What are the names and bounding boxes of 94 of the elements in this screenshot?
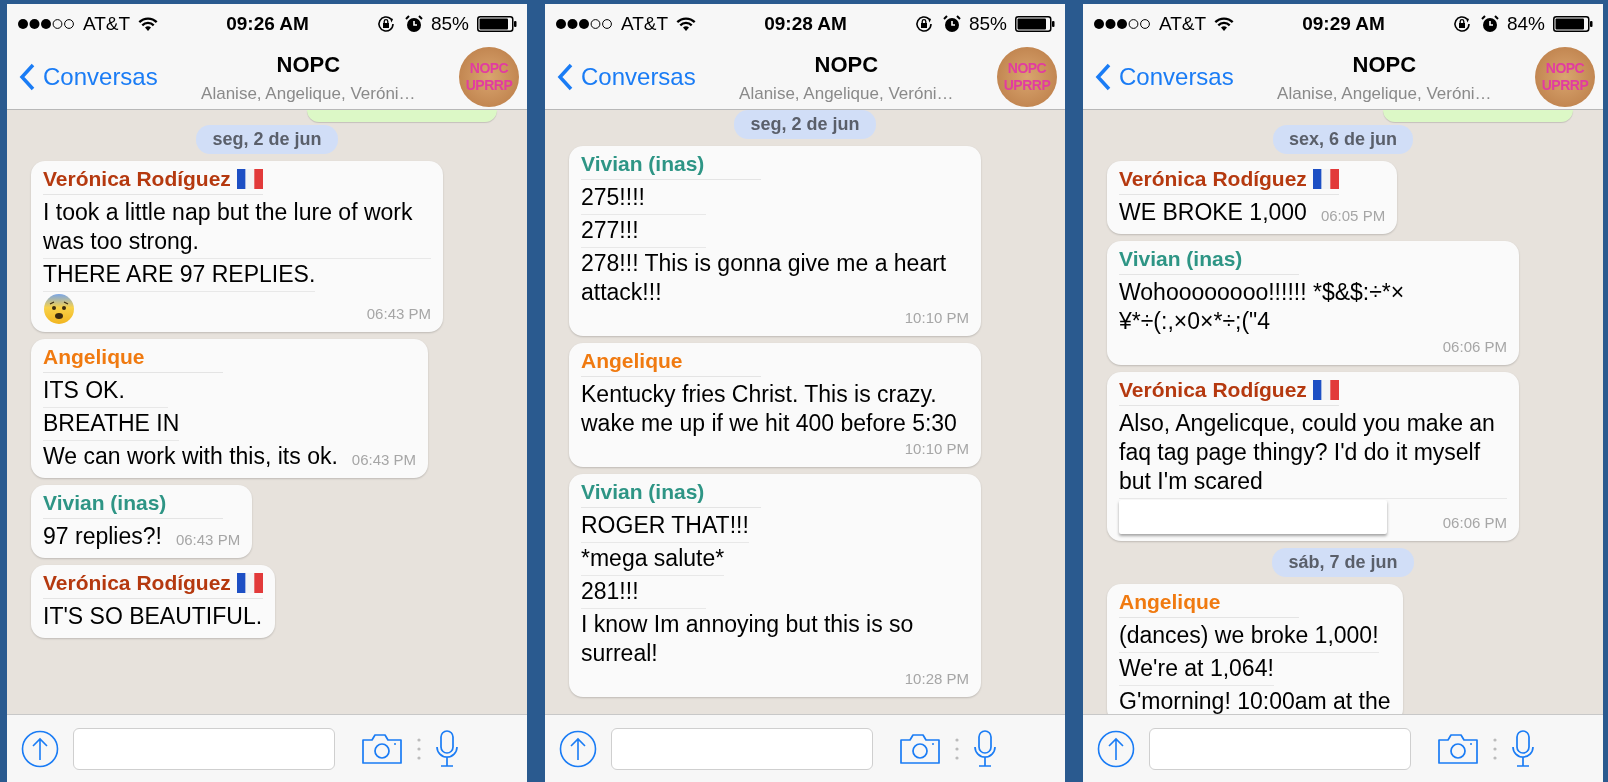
message-text: *mega salute* [581, 544, 725, 573]
back-button[interactable]: Conversas [1095, 62, 1234, 91]
battery-percent: 85% [968, 13, 1007, 35]
alarm-clock-icon [404, 15, 423, 33]
message-time: 10:10 PM [904, 308, 969, 328]
date-divider: sáb, 7 de jun [1272, 548, 1414, 577]
message-text: I took a little nap but the lure of work was too strong. [43, 198, 414, 256]
battery-icon [1553, 16, 1593, 32]
message-text: Wohoooooooo!!!!!! *$&$:÷*× ¥*÷(:,×0×*÷;("4 [1119, 278, 1406, 336]
status-time: 09:26 AM [225, 13, 310, 35]
signal-strength-icon [555, 18, 613, 30]
signal-strength-icon [1093, 18, 1151, 30]
message-text: We're at 1,064! [1119, 654, 1274, 683]
sender-name: Vivian (inas) [43, 491, 167, 515]
message-text: ROGER THAT!!! [581, 511, 749, 540]
camera-icon[interactable] [1437, 732, 1479, 765]
chat-participants: Alanise, Angelique, Veróni… [1277, 83, 1492, 104]
battery-percent: 84% [1506, 13, 1545, 35]
rotation-lock-icon [376, 15, 397, 33]
message-time: 06:43 PM [175, 530, 241, 550]
up-arrow-circle-icon[interactable] [559, 729, 597, 768]
sender-name: Verónica Rodíguez [1119, 167, 1307, 191]
message-input-field[interactable] [611, 727, 873, 770]
sender-name: Verónica Rodíguez [1119, 378, 1307, 402]
sender-name: Angelique [43, 345, 145, 369]
rotation-lock-icon [1452, 15, 1473, 33]
up-arrow-circle-icon[interactable] [21, 729, 59, 768]
chat-participants: Alanise, Angelique, Veróni… [201, 83, 416, 104]
rotation-lock-icon [914, 15, 935, 33]
alarm-clock-icon [942, 15, 961, 33]
carrier-name: AT&T [83, 13, 131, 35]
message-text: 97 replies?! [43, 522, 162, 551]
sender-name: Vivian (inas) [1119, 247, 1243, 271]
message-text: I know Im annoying but this is so surreal! [581, 610, 915, 668]
chat-participants: Alanise, Angelique, Veróni… [739, 83, 954, 104]
message-text: 281!!! [581, 577, 639, 606]
sender-name: Verónica Rodíguez [43, 571, 231, 595]
wifi-icon [138, 16, 159, 32]
microphone-icon[interactable] [1511, 729, 1535, 768]
message-time: 06:05 PM [1320, 206, 1386, 226]
carrier-name: AT&T [1159, 13, 1207, 35]
message-time: 06:43 PM [351, 450, 417, 470]
back-chevron-icon [1095, 62, 1111, 91]
signal-strength-icon [17, 18, 75, 30]
message-text: G'morning! 10:00am at the [1119, 687, 1391, 714]
message-text: BREATHE IN [43, 409, 180, 438]
back-chevron-icon [557, 62, 573, 91]
message-text: Also, Angelicque, could you make an faq tag page thingy? I'd do it myself but I'm scared [1119, 409, 1496, 496]
message-input-field[interactable] [1149, 727, 1411, 770]
sender-name: Angelique [581, 349, 683, 373]
sender-name: Vivian (inas) [581, 480, 705, 504]
microphone-icon[interactable] [435, 729, 459, 768]
camera-icon[interactable] [899, 732, 941, 765]
sender-name: Angelique [1119, 590, 1221, 614]
message-text: 277!!! [581, 216, 639, 245]
battery-icon [1015, 16, 1055, 32]
message-text: ITS OK. [43, 376, 125, 405]
camera-icon[interactable] [361, 732, 403, 765]
message-text: 278!!! This is gonna give me a heart attack!!! [581, 249, 948, 307]
message-text: IT'S SO BEAUTIFUL. [43, 602, 263, 631]
message-time: 06:43 PM [366, 304, 431, 324]
battery-icon [477, 16, 517, 32]
message-text: Kentucky fries Christ. This is crazy. wake me up if we hit 400 before 5:30 [581, 380, 958, 438]
date-divider: seg, 2 de jun [734, 110, 876, 139]
chat-title: NOPC [814, 51, 879, 78]
message-time: 10:28 PM [904, 669, 969, 689]
alarm-clock-icon [1480, 15, 1499, 33]
back-button[interactable]: Conversas [19, 62, 158, 91]
status-time: 09:29 AM [1301, 13, 1386, 35]
message-text: THERE ARE 97 REPLIES. [43, 260, 316, 289]
message-input-field[interactable] [73, 727, 335, 770]
message-text: 275!!!! [581, 183, 645, 212]
back-chevron-icon [19, 62, 35, 91]
date-divider: sex, 6 de jun [1272, 125, 1413, 154]
chat-title: NOPC [1352, 51, 1417, 78]
date-divider: seg, 2 de jun [196, 125, 338, 154]
carrier-name: AT&T [621, 13, 669, 35]
message-text: WE BROKE 1,000 [1119, 198, 1307, 227]
microphone-icon[interactable] [973, 729, 997, 768]
message-text: We can work with this, its ok. [43, 442, 338, 471]
back-button[interactable]: Conversas [557, 62, 696, 91]
message-time: 06:06 PM [1442, 513, 1507, 533]
sender-name: Verónica Rodíguez [43, 167, 231, 191]
wifi-icon [1214, 16, 1235, 32]
sender-name: Vivian (inas) [581, 152, 705, 176]
message-time: 06:06 PM [1442, 337, 1507, 357]
chat-title: NOPC [276, 51, 341, 78]
message-text: (dances) we broke 1,000! [1119, 621, 1379, 650]
message-time: 10:10 PM [904, 439, 969, 459]
fearful-face-icon [43, 293, 75, 325]
battery-percent: 85% [430, 13, 469, 35]
status-time: 09:28 AM [763, 13, 848, 35]
wifi-icon [676, 16, 697, 32]
up-arrow-circle-icon[interactable] [1097, 729, 1135, 768]
